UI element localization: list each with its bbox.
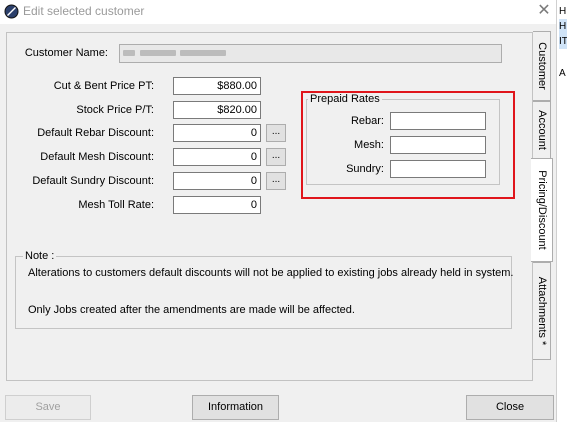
prepaid-sundry-field[interactable]	[390, 160, 486, 178]
customer-name-label: Customer Name:	[24, 47, 108, 59]
prepaid-mesh-field[interactable]	[390, 136, 486, 154]
rebar-discount-label: Default Rebar Discount:	[37, 127, 154, 139]
tab-attachments-label: Attachments *	[535, 276, 548, 346]
cut-bent-price-field[interactable]: $880.00	[173, 77, 261, 95]
app-icon	[4, 4, 19, 19]
cut-bent-price-label: Cut & Bent Price PT:	[53, 80, 154, 92]
save-button[interactable]: Save	[5, 395, 91, 420]
background-cell: IT	[559, 34, 567, 49]
background-cell: H	[559, 6, 567, 17]
redacted-text	[123, 50, 135, 56]
redacted-text	[140, 50, 176, 56]
redacted-text	[180, 50, 226, 56]
mesh-discount-field[interactable]: 0	[173, 148, 261, 166]
sundry-discount-picker-button[interactable]: ...	[266, 172, 286, 190]
prepaid-rebar-label: Rebar:	[350, 115, 384, 127]
close-button[interactable]: Close	[466, 395, 554, 420]
prepaid-rebar-field[interactable]	[390, 112, 486, 130]
window-title: Edit selected customer	[23, 4, 145, 18]
mesh-discount-picker-button[interactable]: ...	[266, 148, 286, 166]
background-cell: HI	[559, 19, 567, 34]
prepaid-sundry-label: Sundry:	[346, 163, 384, 175]
background-cell: A	[559, 68, 566, 79]
tab-customer[interactable]: Customer	[533, 31, 551, 101]
tab-pricing-discount[interactable]: Pricing/Discount	[531, 158, 553, 262]
customer-name-field	[119, 44, 502, 63]
rebar-discount-field[interactable]: 0	[173, 124, 261, 142]
close-icon[interactable]: ✕	[534, 0, 554, 22]
stock-price-label: Stock Price P/T:	[76, 104, 154, 116]
information-button[interactable]: Information	[192, 395, 279, 420]
tab-pricing-discount-label: Pricing/Discount	[535, 170, 548, 250]
mesh-toll-rate-label: Mesh Toll Rate:	[78, 199, 154, 211]
prepaid-mesh-label: Mesh:	[354, 139, 384, 151]
tab-account[interactable]: Account	[533, 101, 551, 159]
mesh-toll-rate-field[interactable]: 0	[173, 196, 261, 214]
prepaid-rates-title: Prepaid Rates	[308, 93, 382, 105]
note-title: Note :	[23, 250, 57, 262]
tab-account-label: Account	[535, 110, 548, 150]
note-line-1: Alterations to customers default discoun…	[28, 267, 514, 279]
stock-price-field[interactable]: $820.00	[173, 101, 261, 119]
sundry-discount-label: Default Sundry Discount:	[32, 175, 154, 187]
mesh-discount-label: Default Mesh Discount:	[40, 151, 154, 163]
background-window-strip: H HI IT A	[556, 0, 567, 422]
rebar-discount-picker-button[interactable]: ...	[266, 124, 286, 142]
note-line-2: Only Jobs created after the amendments a…	[28, 304, 355, 316]
tab-customer-label: Customer	[535, 42, 548, 90]
tab-attachments[interactable]: Attachments *	[533, 262, 551, 360]
sundry-discount-field[interactable]: 0	[173, 172, 261, 190]
